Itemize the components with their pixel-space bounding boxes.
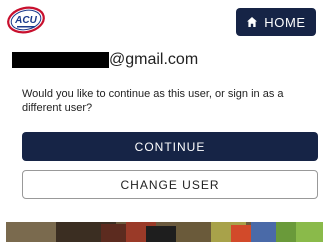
acu-logo: ACU (7, 6, 45, 34)
svg-text:ACU: ACU (14, 15, 37, 26)
home-button-label: HOME (264, 14, 306, 30)
continue-button[interactable]: CONTINUE (22, 132, 318, 161)
home-icon (247, 17, 258, 27)
sign-in-page: ACU HOME @gmail.com Would you like to co… (0, 0, 323, 242)
hero-photo (6, 222, 323, 242)
email-domain: @gmail.com (109, 51, 199, 68)
home-button[interactable]: HOME (236, 8, 316, 36)
redacted-email-username (12, 52, 109, 68)
change-user-button[interactable]: CHANGE USER (22, 170, 318, 199)
account-email: @gmail.com (12, 50, 198, 70)
continue-prompt-text: Would you like to continue as this user,… (22, 88, 284, 114)
